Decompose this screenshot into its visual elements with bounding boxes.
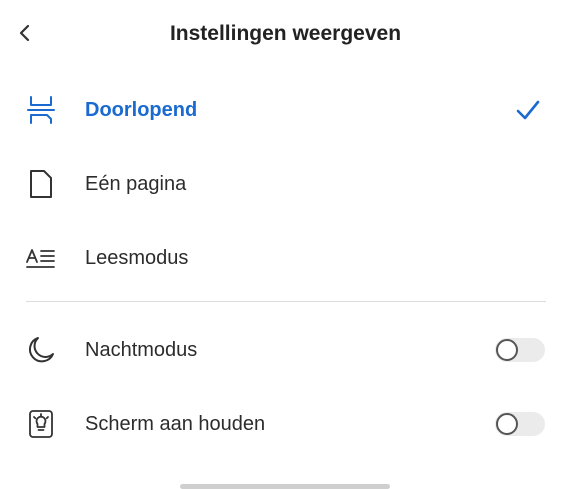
option-single-page[interactable]: Eén pagina <box>0 156 571 212</box>
checkmark-icon <box>516 100 540 120</box>
toggle-label: Scherm aan houden <box>85 412 266 435</box>
keep-screen-on-row: Scherm aan houden <box>0 396 571 452</box>
lightbulb-icon <box>24 407 58 441</box>
toggle-label: Nachtmodus <box>85 338 198 361</box>
reading-mode-icon <box>24 241 58 275</box>
keep-screen-on-toggle[interactable] <box>495 412 545 436</box>
toggle-knob <box>496 339 518 361</box>
option-continuous[interactable]: Doorlopend <box>0 82 571 138</box>
moon-icon <box>24 333 58 367</box>
toggle-knob <box>496 413 518 435</box>
night-mode-toggle[interactable] <box>495 338 545 362</box>
option-label: Doorlopend <box>85 98 198 121</box>
option-label: Eén pagina <box>85 172 187 195</box>
option-reading-mode[interactable]: Leesmodus <box>0 230 571 286</box>
option-label: Leesmodus <box>85 246 189 269</box>
header: Instellingen weergeven <box>0 0 571 70</box>
divider <box>26 301 546 302</box>
night-mode-row: Nachtmodus <box>0 322 571 378</box>
continuous-scroll-icon <box>24 93 58 127</box>
single-page-icon <box>24 167 58 201</box>
page-title: Instellingen weergeven <box>169 22 402 45</box>
